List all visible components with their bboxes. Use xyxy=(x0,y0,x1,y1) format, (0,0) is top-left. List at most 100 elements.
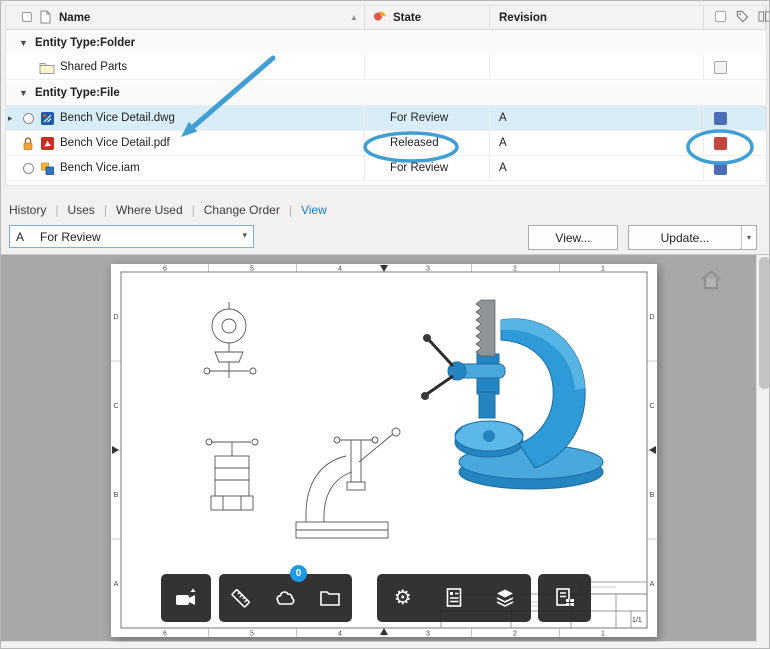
zone-label: 4 xyxy=(338,631,342,638)
zone-label: 5 xyxy=(250,631,254,638)
folder-row-shared-parts[interactable]: Shared Parts xyxy=(6,55,766,80)
tab-separator: | xyxy=(55,203,59,217)
file-row-pdf[interactable]: Bench Vice Detail.pdf Released A xyxy=(6,131,766,156)
dropdown-revision-value: A xyxy=(16,229,25,244)
preview-pane: 6 5 4 3 2 1 6 5 4 3 2 1 D C B A D C B A … xyxy=(1,254,769,648)
horizontal-scrollbar[interactable] xyxy=(1,641,756,648)
zone-label: 2 xyxy=(513,631,517,638)
zone-label: C xyxy=(113,403,118,410)
column-header-tools xyxy=(704,6,769,30)
group-row-file[interactable]: ▼ Entity Type:File xyxy=(6,81,766,106)
update-button[interactable]: Update... ▾ xyxy=(628,225,757,250)
revision-state-dropdown[interactable]: A For Review ▾ xyxy=(9,225,254,248)
group-label: Entity Type:File xyxy=(35,87,120,99)
file-revision: A xyxy=(499,112,507,124)
tab-change-order[interactable]: Change Order xyxy=(204,203,280,217)
markup-count-badge: 0 xyxy=(290,565,307,582)
tab-uses[interactable]: Uses xyxy=(67,203,94,217)
file-state: For Review xyxy=(390,112,449,124)
row-checkbox[interactable] xyxy=(714,60,727,74)
tab-history[interactable]: History xyxy=(9,203,46,217)
iso-view-press xyxy=(421,299,604,490)
ortho-view-vice-front xyxy=(203,302,257,378)
properties-document-icon[interactable] xyxy=(440,584,468,612)
chevron-down-icon: ▾ xyxy=(242,230,247,240)
zone-label: 1 xyxy=(601,266,605,273)
zone-label: B xyxy=(650,492,655,499)
zone-label: 6 xyxy=(163,266,167,273)
folder-open-icon[interactable] xyxy=(316,584,344,612)
status-square xyxy=(714,111,727,125)
detail-tabs: History | Uses | Where Used | Change Ord… xyxy=(9,200,327,220)
sheet-number: 1/1 xyxy=(632,617,642,624)
status-square xyxy=(714,161,727,175)
zone-label: A xyxy=(114,581,119,588)
toolbar-group-settings: ⚙ xyxy=(377,574,531,622)
zone-label: 6 xyxy=(163,631,167,638)
column-chooser-icon[interactable] xyxy=(758,10,769,26)
checkbox-column-icon[interactable] xyxy=(714,10,727,26)
file-type-column-icon xyxy=(39,10,51,27)
tab-separator: | xyxy=(288,203,292,217)
viewer-canvas[interactable]: 6 5 4 3 2 1 6 5 4 3 2 1 D C B A D C B A … xyxy=(1,255,756,642)
dropdown-state-value: For Review xyxy=(40,229,101,244)
status-circle-icon xyxy=(23,113,34,124)
sort-ascending-icon: ▲ xyxy=(350,13,358,22)
settings-gear-icon[interactable]: ⚙ xyxy=(389,584,417,612)
select-all-checkbox[interactable] xyxy=(22,12,32,22)
column-label-revision: Revision xyxy=(499,11,547,24)
document-grid-icon[interactable] xyxy=(551,584,579,612)
current-row-marker-icon: ▸ xyxy=(8,113,13,123)
pdf-file-icon xyxy=(41,137,54,153)
tab-where-used[interactable]: Where Used xyxy=(116,203,183,217)
view-button-label: View... xyxy=(555,230,591,245)
file-grid: Name ▲ State Revision ▼ Entity Type:Fold… xyxy=(5,5,769,186)
tab-view[interactable]: View xyxy=(301,203,327,217)
zone-label: C xyxy=(649,403,654,410)
status-square xyxy=(714,136,727,150)
zone-label: B xyxy=(114,492,119,499)
zone-label: D xyxy=(113,314,118,321)
vault-window: Name ▲ State Revision ▼ Entity Type:Fold… xyxy=(0,0,770,649)
tab-separator: | xyxy=(191,203,195,217)
ortho-view-vice-side xyxy=(205,438,259,511)
collapse-group-icon[interactable]: ▼ xyxy=(19,38,28,48)
file-state: For Review xyxy=(390,162,449,174)
column-header-name[interactable]: Name ▲ xyxy=(6,6,365,30)
tag-icon[interactable] xyxy=(736,10,749,26)
vertical-scrollbar-thumb[interactable] xyxy=(759,257,769,389)
ortho-view-press-side xyxy=(295,427,401,539)
measure-icon[interactable] xyxy=(227,584,255,612)
vertical-scrollbar[interactable] xyxy=(756,255,769,642)
lock-icon xyxy=(22,136,34,154)
column-header-state[interactable]: State xyxy=(365,6,490,30)
iam-file-icon xyxy=(41,162,54,178)
update-split-chevron-icon[interactable]: ▾ xyxy=(741,226,756,249)
file-revision: A xyxy=(499,162,507,174)
home-view-icon[interactable] xyxy=(698,267,724,293)
zone-label: 4 xyxy=(338,266,342,273)
toolbar-group-export xyxy=(538,574,591,622)
camera-views-icon[interactable] xyxy=(172,584,200,612)
collapse-group-icon[interactable]: ▼ xyxy=(19,88,28,98)
update-button-label: Update... xyxy=(660,230,710,245)
file-name: Bench Vice Detail.pdf xyxy=(60,137,170,149)
zone-label: A xyxy=(650,581,655,588)
markup-cloud-icon[interactable] xyxy=(271,584,299,612)
group-row-folder[interactable]: ▼ Entity Type:Folder xyxy=(6,31,766,56)
zone-label: D xyxy=(649,314,654,321)
column-label-name: Name xyxy=(59,11,91,24)
file-name: Bench Vice Detail.dwg xyxy=(60,112,175,124)
zone-label: 1 xyxy=(601,631,605,638)
column-header-revision[interactable]: Revision xyxy=(490,6,704,30)
column-label-state: State xyxy=(393,11,422,24)
state-icon xyxy=(373,9,387,26)
layers-icon[interactable] xyxy=(491,584,519,612)
zone-label: 5 xyxy=(250,266,254,273)
view-button[interactable]: View... xyxy=(528,225,618,250)
file-row-dwg[interactable]: ▸ Bench Vice Detail.dwg For Review A xyxy=(6,106,766,131)
zone-label: 3 xyxy=(426,266,430,273)
zone-label: 3 xyxy=(426,631,430,638)
folder-icon xyxy=(39,61,55,77)
file-row-iam[interactable]: Bench Vice.iam For Review A xyxy=(6,156,766,181)
